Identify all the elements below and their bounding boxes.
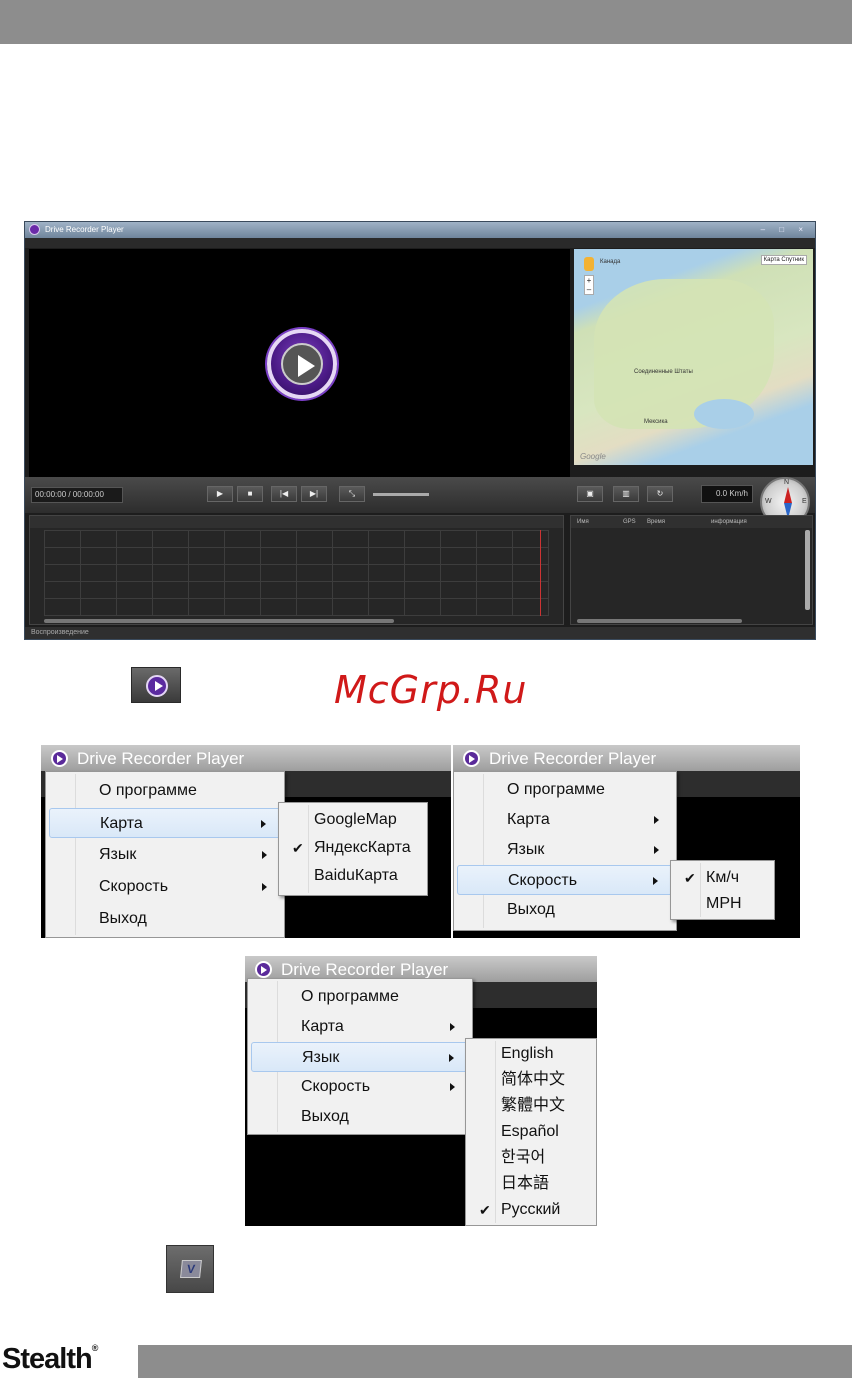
fullscreen-button[interactable]: ⤡ [339,486,365,502]
list-header: Имя [577,519,589,525]
app-menu-icon [131,667,181,703]
menu-item-chinese-traditional[interactable]: 繁體中文 [469,1093,593,1119]
control-bar: 00:00:00 / 00:00:00 ▶ ■ |◀ ▶| ⤡ ▣ ▥ ↻ 0.… [25,477,815,527]
app-menu: О программе Карта Язык Скорость Выход [247,978,473,1135]
menu-item-mph[interactable]: MPH [674,889,771,919]
app-menu: О программе Карта Язык Скорость Выход [45,771,285,938]
play-icon[interactable] [267,329,337,399]
next-button[interactable]: ▶| [301,486,327,502]
refresh-button[interactable]: ↻ [647,486,673,502]
play-button[interactable]: ▶ [207,486,233,502]
menu-item-english[interactable]: English [469,1041,593,1067]
menu-item-map[interactable]: Карта [49,808,281,838]
clapper-icon: V [166,1245,214,1293]
list-hscrollbar[interactable] [577,619,742,623]
menu-item-exit[interactable]: Выход [49,904,281,934]
volume-slider[interactable] [373,493,429,496]
menu-item-japanese[interactable]: 日本語 [469,1171,593,1197]
window-controls[interactable]: – □ × [761,225,809,234]
menu-screenshot-map: Drive Recorder Player О программе Карта … [41,745,451,938]
menu-item-about[interactable]: О программе [49,776,281,806]
header-band [0,0,852,44]
menu-item-map[interactable]: Карта [457,805,673,835]
app-logo-icon[interactable] [29,224,40,235]
window-title: Drive Recorder Player [45,225,124,234]
menu-item-speed[interactable]: Скорость [251,1072,469,1102]
menu-item-language[interactable]: Язык [251,1042,469,1072]
menu-item-spanish[interactable]: Español [469,1119,593,1145]
menu-item-exit[interactable]: Выход [251,1102,469,1132]
menu-item-googlemap[interactable]: GoogleMap [282,805,424,835]
menu-item-korean[interactable]: 한국어 [469,1145,593,1171]
menu-item-about[interactable]: О программе [251,982,469,1012]
list-scrollbar[interactable] [805,530,810,610]
speed-submenu: ✔ Км/ч MPH [670,860,775,920]
menu-item-speed[interactable]: Скорость [457,865,673,895]
file-list: Имя GPS Время информация [570,515,813,625]
gsensor-graph [29,515,564,625]
menu-item-about[interactable]: О программе [457,775,673,805]
app-logo-icon[interactable] [51,750,68,767]
window-titlebar: Drive Recorder Player – □ × [25,222,815,238]
app-logo-icon[interactable] [463,750,480,767]
map-type-toggle[interactable]: Карта Спутник [760,255,807,265]
map-panel[interactable]: + – Карта Спутник Канада Соединенные Штат… [574,249,813,465]
map-provider-logo: Google [580,452,606,461]
check-icon: ✔ [292,840,304,856]
menu-strip [25,238,815,248]
menu-item-language[interactable]: Язык [457,835,673,865]
list-header: GPS [623,519,636,525]
map-label: Канада [600,259,621,265]
time-display: 00:00:00 / 00:00:00 [31,487,123,503]
app-logo-icon[interactable] [255,961,272,978]
menu-item-exit[interactable]: Выход [457,895,673,925]
menu-item-speed[interactable]: Скорость [49,872,281,902]
pegman-icon[interactable] [584,257,594,271]
map-label: Соединенные Штаты [634,369,693,375]
menu-screenshot-language: Drive Recorder Player О программе Карта … [245,956,597,1226]
language-submenu: English 简体中文 繁體中文 Español 한국어 日本語 ✔ Русск… [465,1038,597,1226]
menu-screenshot-speed: Drive Recorder Player О программе Карта … [453,745,800,938]
menu-item-yandexmap[interactable]: ✔ ЯндексКарта [282,833,424,863]
lock-button[interactable]: ▣ [577,486,603,502]
menu-item-language[interactable]: Язык [49,840,281,870]
check-icon: ✔ [479,1202,491,1218]
status-bar: Воспроизведение [25,627,815,639]
menu-item-chinese-simplified[interactable]: 简体中文 [469,1067,593,1093]
menu-item-map[interactable]: Карта [251,1012,469,1042]
video-area[interactable] [29,249,570,497]
map-label: Мексика [644,419,668,425]
footer-band [138,1345,852,1378]
stop-button[interactable]: ■ [237,486,263,502]
graph-scrollbar[interactable] [44,619,394,623]
brand-logo: Stealth® [2,1343,98,1375]
drive-recorder-window: Drive Recorder Player – □ × + – Карта Спу… [24,221,816,640]
menu-item-baidumap[interactable]: BaiduКарта [282,861,424,891]
menu-item-russian[interactable]: ✔ Русский [469,1197,593,1223]
zoom-control[interactable]: + – [584,275,594,295]
delete-button[interactable]: ▥ [613,486,639,502]
speed-display: 0.0 Km/h [701,485,753,503]
list-header: Время [647,519,666,525]
watermark: McGrp.Ru [334,668,528,712]
app-menu: О программе Карта Язык Скорость Выход [453,771,677,931]
map-submenu: GoogleMap ✔ ЯндексКарта BaiduКарта [278,802,428,896]
prev-button[interactable]: |◀ [271,486,297,502]
list-header: информация [711,519,747,525]
